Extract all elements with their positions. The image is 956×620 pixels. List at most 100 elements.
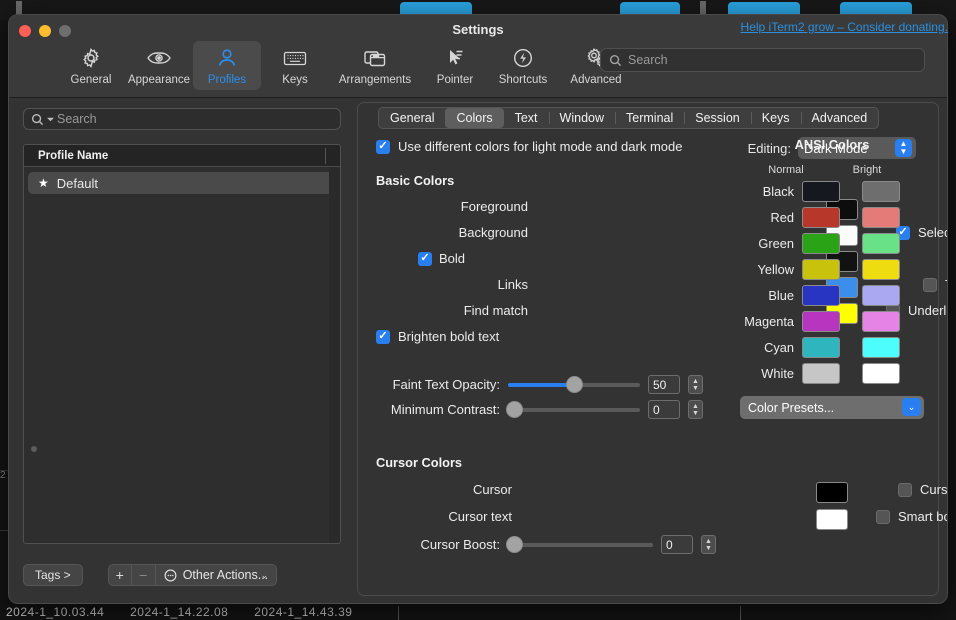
toolbar-item-label: Arrangements (339, 74, 411, 86)
faint-text-opacity-label: Faint Text Opacity: (376, 377, 500, 392)
toolbar-item-general[interactable]: General (57, 41, 125, 90)
tab-text[interactable]: Text (504, 108, 549, 128)
smart-box-cursor-color-checkbox[interactable] (876, 510, 890, 524)
minimum-contrast-slider[interactable] (508, 408, 640, 412)
ansi-label: Red (740, 210, 802, 225)
settings-content: Search Profile Name ★ Default Tags > (9, 98, 947, 604)
ansi-yellow-bright-swatch[interactable] (862, 259, 900, 280)
tab-window[interactable]: Window (549, 108, 615, 128)
background-label: Background (459, 225, 528, 240)
toolbar-item-arrangements[interactable]: Arrangements (329, 41, 421, 90)
column-header-profile-name: Profile Name (24, 150, 108, 162)
brighten-bold-text-checkbox[interactable] (376, 330, 390, 344)
chevron-down-icon: ⌄ (902, 398, 921, 416)
ansi-label: Blue (740, 288, 802, 303)
toolbar-item-label: Shortcuts (499, 74, 548, 86)
chevron-down-icon[interactable] (47, 116, 54, 123)
ansi-green-normal-swatch[interactable] (802, 233, 840, 254)
links-label: Links (498, 277, 528, 292)
toolbar-item-label: Pointer (437, 74, 473, 86)
cursor-boost-row: Cursor Boost: 0 ▲▼ (376, 535, 716, 554)
minimum-contrast-row: Minimum Contrast: 0 ▲▼ (376, 400, 703, 419)
ansi-colors-section: ANSI Colors Normal Bright Black Red (740, 137, 924, 419)
foreground-label: Foreground (461, 199, 528, 214)
tags-button[interactable]: Tags > (23, 564, 83, 586)
profiles-sidebar: Search Profile Name ★ Default Tags > (15, 102, 349, 596)
color-presets-button[interactable]: Color Presets... ⌄ (740, 396, 924, 419)
faint-text-opacity-value[interactable]: 50 (648, 375, 680, 394)
tab-keys[interactable]: Keys (751, 108, 801, 128)
ansi-row-red: Red (740, 207, 924, 228)
ansi-white-normal-swatch[interactable] (802, 363, 840, 384)
ansi-blue-bright-swatch[interactable] (862, 285, 900, 306)
ansi-black-bright-swatch[interactable] (862, 181, 900, 202)
ansi-black-normal-swatch[interactable] (802, 181, 840, 202)
ansi-yellow-normal-swatch[interactable] (802, 259, 840, 280)
toolbar-item-pointer[interactable]: Pointer (421, 41, 489, 90)
profiles-table-scrollbar[interactable] (329, 167, 340, 543)
toolbar-item-profiles[interactable]: Profiles (193, 41, 261, 90)
cursor-boost-value[interactable]: 0 (661, 535, 693, 554)
colors-tab-body: Use different colors for light mode and … (358, 137, 938, 595)
ansi-blue-normal-swatch[interactable] (802, 285, 840, 306)
donate-link[interactable]: Help iTerm2 grow – Consider donating. (741, 20, 948, 34)
minimum-contrast-label: Minimum Contrast: (376, 402, 500, 417)
ansi-red-normal-swatch[interactable] (802, 207, 840, 228)
profile-search-input[interactable]: Search (23, 108, 341, 130)
toolbar-item-label: General (71, 74, 112, 86)
tab-terminal[interactable]: Terminal (615, 108, 684, 128)
find-match-row: Find match (376, 303, 528, 318)
toolbar-item-label: Advanced (570, 74, 621, 86)
profile-search-placeholder: Search (57, 112, 97, 126)
use-different-colors-checkbox[interactable] (376, 140, 390, 154)
color-presets-label: Color Presets... (748, 401, 834, 415)
ansi-cyan-normal-swatch[interactable] (802, 337, 840, 358)
ansi-magenta-bright-swatch[interactable] (862, 311, 900, 332)
toolbar-item-appearance[interactable]: Appearance (125, 41, 193, 90)
ansi-cyan-bright-swatch[interactable] (862, 337, 900, 358)
ansi-white-bright-swatch[interactable] (862, 363, 900, 384)
tab-session[interactable]: Session (684, 108, 750, 128)
ellipsis-circle-icon (164, 569, 177, 582)
minimum-contrast-stepper[interactable]: ▲▼ (688, 400, 703, 419)
other-actions-button[interactable]: Other Actions... ⌄ (156, 564, 277, 586)
settings-search-field[interactable]: Search (600, 48, 925, 72)
ansi-red-bright-swatch[interactable] (862, 207, 900, 228)
add-profile-button[interactable]: + (108, 564, 132, 586)
cursor-text-label: Cursor text (448, 509, 512, 524)
ansi-row-blue: Blue (740, 285, 924, 306)
settings-window: Settings General (8, 14, 948, 604)
sidebar-resize-handle[interactable] (31, 446, 37, 452)
profile-tab-bar: General Colors Text Window Terminal Sess… (378, 107, 879, 129)
cursor-text-color-swatch[interactable] (816, 509, 848, 530)
tab-colors[interactable]: Colors (445, 108, 503, 128)
basic-colors-title: Basic Colors (376, 173, 454, 188)
ansi-row-yellow: Yellow (740, 259, 924, 280)
cursor-color-swatch[interactable] (816, 482, 848, 503)
find-match-label: Find match (464, 303, 528, 318)
toolbar-item-shortcuts[interactable]: Shortcuts (489, 41, 557, 90)
use-different-colors-row[interactable]: Use different colors for light mode and … (376, 139, 682, 154)
bottom-file-2: 2024-1_14.43.39 (254, 605, 352, 619)
ansi-magenta-normal-swatch[interactable] (802, 311, 840, 332)
tab-color-checkbox[interactable] (923, 278, 937, 292)
tab-general[interactable]: General (379, 108, 445, 128)
ansi-row-green: Green (740, 233, 924, 254)
bold-checkbox[interactable] (418, 252, 432, 266)
faint-text-opacity-slider[interactable] (508, 383, 640, 387)
cursor-boost-slider[interactable] (508, 543, 653, 547)
table-row[interactable]: ★ Default (28, 172, 336, 194)
ansi-label: Cyan (740, 340, 802, 355)
minimum-contrast-value[interactable]: 0 (648, 400, 680, 419)
chevron-down-icon: ⌄ (261, 570, 269, 581)
bold-row: Bold (418, 251, 465, 266)
faint-text-opacity-stepper[interactable]: ▲▼ (688, 375, 703, 394)
cursor-boost-stepper[interactable]: ▲▼ (701, 535, 716, 554)
toolbar-item-keys[interactable]: Keys (261, 41, 329, 90)
cursor-guide-checkbox[interactable] (898, 483, 912, 497)
ansi-green-bright-swatch[interactable] (862, 233, 900, 254)
tab-advanced[interactable]: Advanced (801, 108, 879, 128)
search-icon (31, 113, 44, 126)
bottom-file-0: 2024-1_10.03.44 (6, 605, 104, 619)
remove-profile-button[interactable]: − (132, 564, 156, 586)
